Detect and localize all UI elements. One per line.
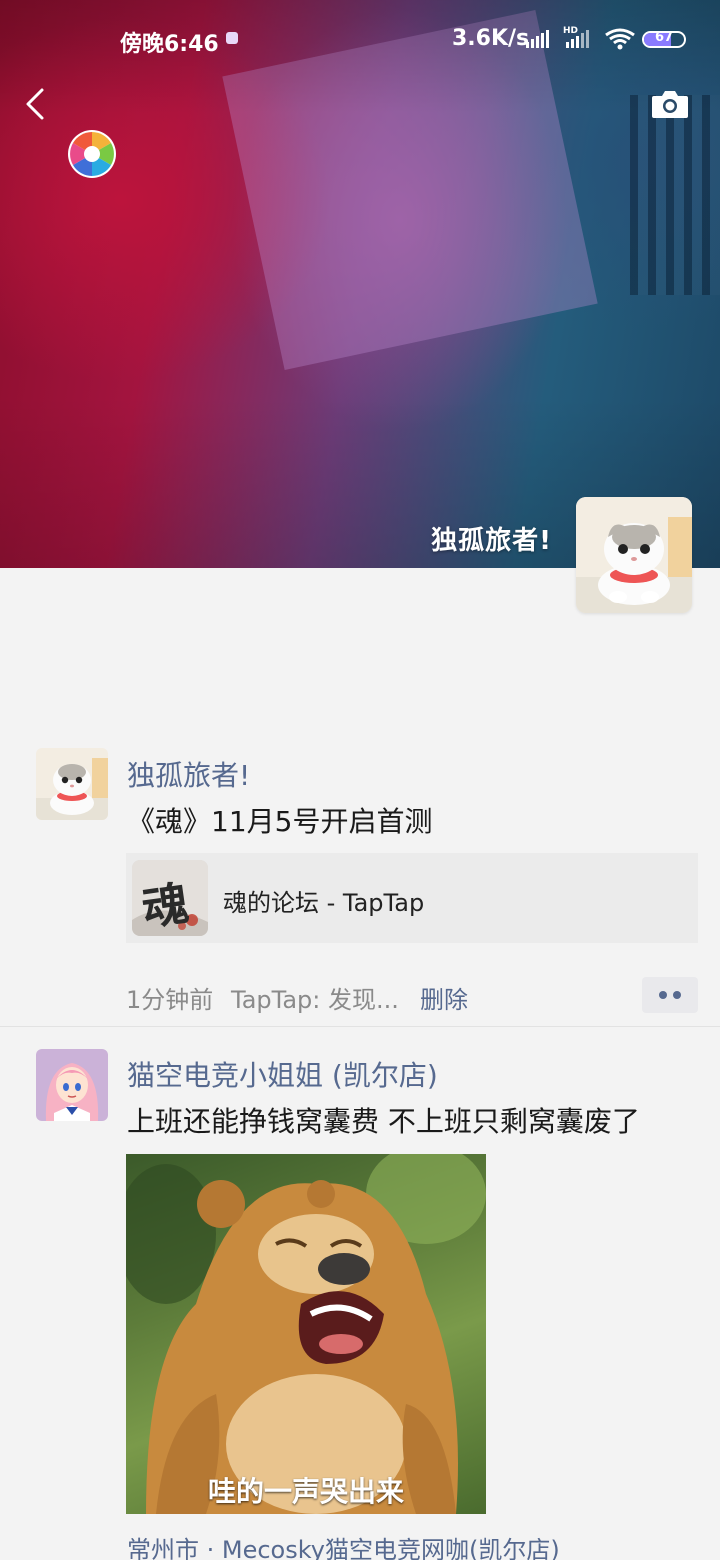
more-dots-icon[interactable] <box>642 977 698 1013</box>
game-logo-char: 魂 <box>138 876 192 936</box>
back-chevron-icon[interactable] <box>22 86 52 122</box>
status-time: 傍晚6:46 <box>120 32 219 57</box>
post-text: 上班还能挣钱窝囊费 不上班只剩窝囊废了 <box>127 1105 640 1138</box>
post-text: 《魂》11月5号开启首测 <box>127 805 433 838</box>
status-bar: 傍晚6:46 3.6K/s HD 67 <box>0 20 720 60</box>
post-avatar[interactable] <box>36 1049 108 1121</box>
post-author-name[interactable]: 猫空电竞小姐姐 (凯尔店) <box>127 1054 438 1094</box>
signal-icon-2 <box>566 30 589 48</box>
post-divider <box>0 1026 720 1027</box>
aperture-icon[interactable] <box>67 129 117 179</box>
share-card-thumbnail: 魂 <box>132 860 208 936</box>
cover-shade <box>0 0 720 568</box>
battery-icon: 67 <box>642 31 686 48</box>
anime-avatar-icon <box>36 1049 108 1121</box>
post-author-name[interactable]: 独孤旅者! <box>127 754 250 794</box>
share-link-card[interactable]: 魂 魂的论坛 - TapTap <box>126 853 698 943</box>
wifi-icon <box>605 28 635 50</box>
delete-button[interactable]: 删除 <box>420 980 468 1015</box>
notification-icon <box>226 32 238 44</box>
post-location[interactable]: 常州市 · Mecosky猫空电竞网咖(凯尔店) <box>127 1530 560 1560</box>
image-caption: 哇的一声哭出来 <box>207 1475 404 1508</box>
cover-image[interactable] <box>0 0 720 568</box>
kitten-avatar-icon <box>576 497 692 613</box>
cover-user-name[interactable]: 独孤旅者! <box>431 520 552 557</box>
post-source[interactable]: TapTap: 发现... <box>231 980 399 1015</box>
crying-bear-meme-image <box>126 1154 486 1514</box>
post-avatar[interactable] <box>36 748 108 820</box>
camera-icon[interactable] <box>650 88 690 120</box>
post-time: 1分钟前 <box>126 986 214 1014</box>
battery-level: 67 <box>654 31 674 45</box>
share-card-title: 魂的论坛 - TapTap <box>223 889 425 917</box>
signal-icon <box>526 30 549 48</box>
kitten-avatar-icon <box>36 748 108 820</box>
cover-avatar[interactable] <box>576 497 692 613</box>
network-speed: 3.6K/s <box>452 26 530 51</box>
post-image[interactable]: 哇的一声哭出来 <box>126 1154 486 1514</box>
